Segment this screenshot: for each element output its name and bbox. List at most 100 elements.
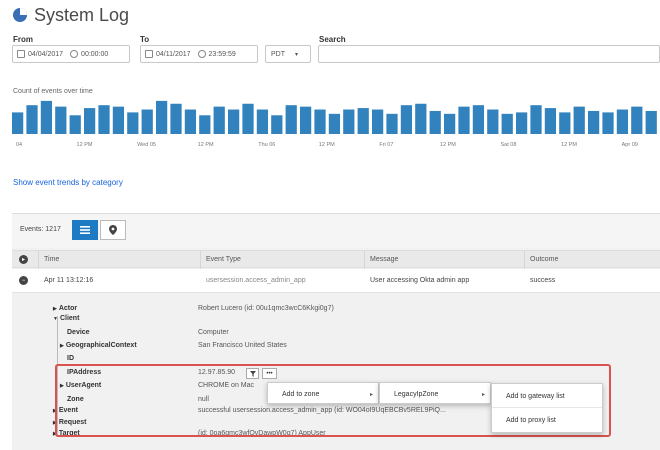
chart-bar[interactable] (472, 105, 485, 134)
client-toggle[interactable]: ▼ Client (53, 315, 79, 322)
chart-bar[interactable] (98, 105, 110, 134)
chart-bar[interactable] (285, 105, 297, 134)
chart-bar[interactable] (228, 109, 240, 134)
chart-bar[interactable] (69, 115, 81, 134)
chart-bar[interactable] (631, 106, 643, 134)
from-label: From (13, 35, 33, 44)
chart-bar[interactable] (141, 109, 153, 134)
geo-toggle[interactable]: ▶ GeographicalContext (60, 342, 137, 349)
chart-bar[interactable] (559, 112, 571, 134)
context-menu-level3: Add to gateway list Add to proxy list (491, 383, 603, 433)
chart-bar[interactable] (127, 112, 139, 134)
chart-tick-label: Wed 05 (137, 142, 156, 148)
events-over-time-chart: 04 12 PM Wed 05 12 PM Thu 06 12 PM Fri 07 12 PM… (12, 100, 657, 148)
column-message[interactable]: Message (370, 256, 398, 263)
list-view-button[interactable] (72, 220, 98, 240)
menu-item-add-to-zone[interactable]: Add to zone ▸ (268, 383, 380, 405)
show-trends-link[interactable]: Show event trends by category (13, 178, 123, 187)
chart-tick-label: 04 (16, 142, 22, 148)
chart-bar[interactable] (400, 105, 413, 134)
device-label: Device (67, 329, 90, 336)
chart-tick-label: Fri 07 (379, 142, 393, 148)
chart-bar[interactable] (26, 105, 38, 134)
column-outcome[interactable]: Outcome (530, 256, 558, 263)
to-label: To (140, 35, 150, 44)
chart-bar[interactable] (357, 108, 369, 134)
chart-bar[interactable] (328, 113, 341, 134)
chart-bar[interactable] (314, 109, 326, 134)
clock-icon (197, 50, 206, 58)
chart-bar[interactable] (156, 100, 168, 134)
chart-bar[interactable] (343, 109, 355, 134)
chart-bar[interactable] (645, 110, 657, 134)
collapse-row-icon[interactable]: − (19, 276, 28, 285)
column-time[interactable]: Time (44, 256, 59, 263)
info-icon: ▸ (19, 255, 28, 264)
geo-value: San Francisco United States (198, 342, 287, 349)
menu-item-add-to-proxy-list[interactable]: Add to proxy list (492, 409, 602, 431)
chart-bar[interactable] (271, 115, 283, 134)
page-title: System Log (34, 4, 130, 25)
chart-tick-label: 12 PM (319, 142, 335, 148)
chart-bar[interactable] (242, 103, 254, 134)
chart-label: Count of events over time (13, 88, 93, 95)
table-row[interactable]: − Apr 11 13:12:16 usersession.access_adm… (12, 269, 660, 293)
chart-bar[interactable] (199, 115, 211, 134)
column-event-type[interactable]: Event Type (206, 256, 241, 263)
chart-bar[interactable] (386, 113, 398, 134)
table-header: ▸ Time Event Type Message Outcome (12, 250, 660, 269)
chart-tick-label: 12 PM (440, 142, 456, 148)
chart-bar[interactable] (444, 113, 456, 134)
to-date-field[interactable]: 04/11/2017 23:59:59 (140, 45, 258, 63)
chart-bar[interactable] (530, 105, 542, 134)
chart-bar[interactable] (516, 112, 528, 134)
chart-bar[interactable] (184, 109, 197, 134)
chart-bar[interactable] (501, 113, 513, 134)
calendar-icon (17, 50, 25, 58)
pie-chart-icon (13, 8, 27, 22)
menu-item-label: Add to gateway list (506, 393, 565, 400)
events-count: Events: 1217 (20, 226, 61, 233)
chart-bar[interactable] (213, 106, 225, 134)
chart-tick-label: 12 PM (77, 142, 93, 148)
actor-label: Actor (58, 305, 78, 312)
chart-bar[interactable] (415, 103, 427, 134)
row-event-type: usersession.access_admin_app (206, 277, 306, 284)
chart-bar[interactable] (616, 109, 629, 134)
timezone-select[interactable]: PDT ▾ (265, 45, 311, 63)
chart-bar[interactable] (372, 109, 384, 134)
chart-bar[interactable] (588, 110, 600, 134)
chart-bar[interactable] (84, 108, 96, 134)
map-view-button[interactable] (100, 220, 126, 240)
chart-bar[interactable] (573, 106, 585, 134)
chart-bar[interactable] (12, 112, 24, 134)
actor-toggle[interactable]: ▶ Actor (53, 305, 77, 312)
search-input[interactable] (318, 45, 660, 63)
menu-item-label: LegacyIpZone (394, 390, 439, 398)
from-time-value: 00:00:00 (81, 50, 109, 58)
chart-bar[interactable] (112, 106, 125, 134)
collapse-icon: ▼ (53, 316, 58, 322)
chart-bar[interactable] (602, 112, 614, 134)
timezone-value: PDT (271, 50, 285, 58)
menu-item-label: Add to zone (282, 390, 320, 398)
chart-bar[interactable] (256, 109, 269, 134)
to-date-value: 04/11/2017 (156, 50, 191, 58)
chart-tick-label: Thu 06 (258, 142, 275, 148)
menu-item-add-to-gateway-list[interactable]: Add to gateway list (492, 386, 602, 408)
from-date-field[interactable]: 04/04/2017 00:00:00 (12, 45, 130, 63)
menu-item-label: Add to proxy list (506, 416, 556, 424)
chart-bar[interactable] (55, 106, 67, 134)
chevron-down-icon: ▾ (295, 51, 299, 58)
chart-bar[interactable] (40, 100, 53, 134)
chart-bar[interactable] (544, 108, 557, 134)
chart-bar[interactable] (458, 106, 470, 134)
chart-tick-label: Sat 08 (500, 142, 516, 148)
header: System Log (12, 4, 129, 26)
chart-bar[interactable] (487, 109, 499, 134)
chart-bar[interactable] (300, 106, 312, 134)
chart-bar[interactable] (429, 110, 441, 134)
chart-bar[interactable] (170, 103, 182, 134)
menu-item-legacyipzone[interactable]: LegacyIpZone ▸ (380, 383, 492, 405)
chart-tick-label: 12 PM (198, 142, 214, 148)
